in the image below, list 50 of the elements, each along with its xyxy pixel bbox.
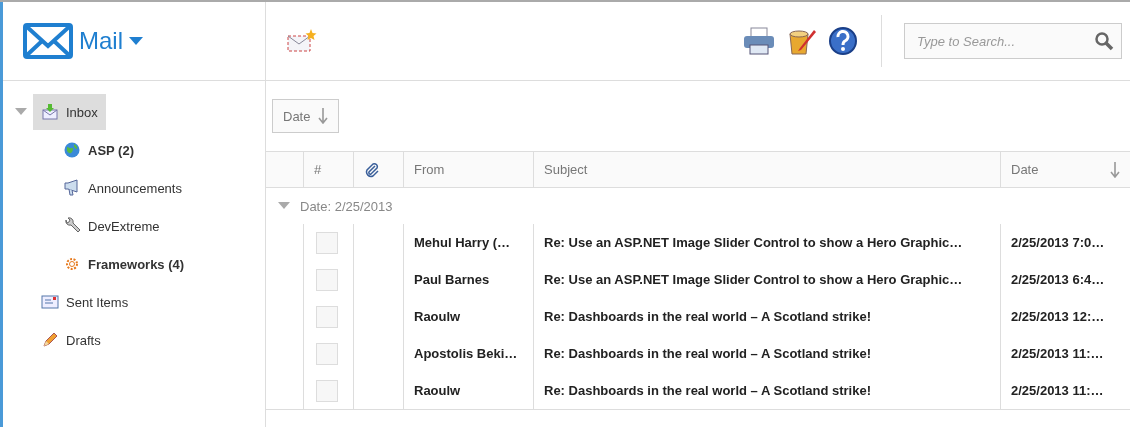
date-cell: 2/25/2013 11:… bbox=[1011, 346, 1104, 361]
from-cell: Paul Barnes bbox=[414, 272, 490, 287]
folder-item[interactable]: Sent Items bbox=[33, 284, 137, 320]
date-cell: 2/25/2013 11:… bbox=[1011, 383, 1104, 398]
date-cell: 2/25/2013 7:0… bbox=[1011, 235, 1105, 250]
group-row-label: Date: 2/25/2013 bbox=[300, 198, 393, 214]
folder-item[interactable]: ASP (2) bbox=[55, 132, 142, 168]
date-cell: 2/25/2013 12:… bbox=[1011, 309, 1105, 324]
pencil-icon bbox=[41, 331, 59, 349]
collapse-arrow-icon[interactable] bbox=[15, 108, 27, 116]
subject-cell: Re: Use an ASP.NET Image Slider Control to show a Hero Graphic… bbox=[544, 235, 963, 250]
row-checkbox[interactable] bbox=[316, 268, 338, 291]
folder-item[interactable]: Frameworks (4) bbox=[55, 246, 193, 282]
group-by-date-button[interactable]: Date bbox=[272, 99, 340, 133]
from-cell: Raoulw bbox=[414, 309, 461, 324]
row-checkbox[interactable] bbox=[316, 379, 338, 402]
folder-item[interactable]: DevExtreme bbox=[55, 208, 168, 244]
from-cell: Apostolis Beki… bbox=[414, 346, 518, 361]
row-checkbox[interactable] bbox=[316, 305, 338, 328]
row-checkbox[interactable] bbox=[316, 342, 338, 365]
sent-icon bbox=[41, 293, 59, 311]
envelope-logo-icon bbox=[23, 23, 73, 59]
globe-icon bbox=[63, 141, 81, 159]
subject-cell: Re: Use an ASP.NET Image Slider Control to show a Hero Graphic… bbox=[544, 272, 963, 287]
folder-item[interactable]: Inbox bbox=[33, 94, 106, 130]
column-header[interactable]: From bbox=[403, 152, 533, 187]
wrench-icon bbox=[63, 217, 81, 235]
app-title[interactable]: Mail bbox=[79, 27, 123, 55]
dropdown-caret-icon[interactable] bbox=[129, 37, 143, 45]
date-cell: 2/25/2013 6:4… bbox=[1011, 272, 1105, 287]
folder-item[interactable]: Drafts bbox=[33, 322, 109, 358]
from-cell: Mehul Harry (… bbox=[414, 235, 511, 250]
subject-cell: Re: Dashboards in the real world – A Scotland strike! bbox=[544, 309, 871, 324]
column-header[interactable]: Subject bbox=[533, 152, 1000, 187]
print-icon[interactable] bbox=[743, 25, 775, 57]
inbox-icon bbox=[41, 103, 59, 121]
folder-item[interactable]: Announcements bbox=[55, 170, 190, 206]
collapse-arrow-icon[interactable] bbox=[278, 202, 290, 210]
gear-icon bbox=[63, 255, 81, 273]
column-header[interactable]: Date bbox=[1000, 152, 1130, 187]
megaphone-icon bbox=[63, 179, 81, 197]
search-field[interactable]: Type to Search... bbox=[904, 23, 1122, 59]
help-icon[interactable] bbox=[827, 25, 859, 57]
subject-cell: Re: Dashboards in the real world – A Scotland strike! bbox=[544, 346, 871, 361]
subject-cell: Re: Dashboards in the real world – A Scotland strike! bbox=[544, 383, 871, 398]
search-icon[interactable] bbox=[1094, 31, 1114, 51]
row-checkbox[interactable] bbox=[316, 231, 338, 254]
column-header[interactable]: # bbox=[303, 152, 353, 187]
from-cell: Raoulw bbox=[414, 383, 461, 398]
paperclip-icon[interactable] bbox=[364, 161, 380, 178]
